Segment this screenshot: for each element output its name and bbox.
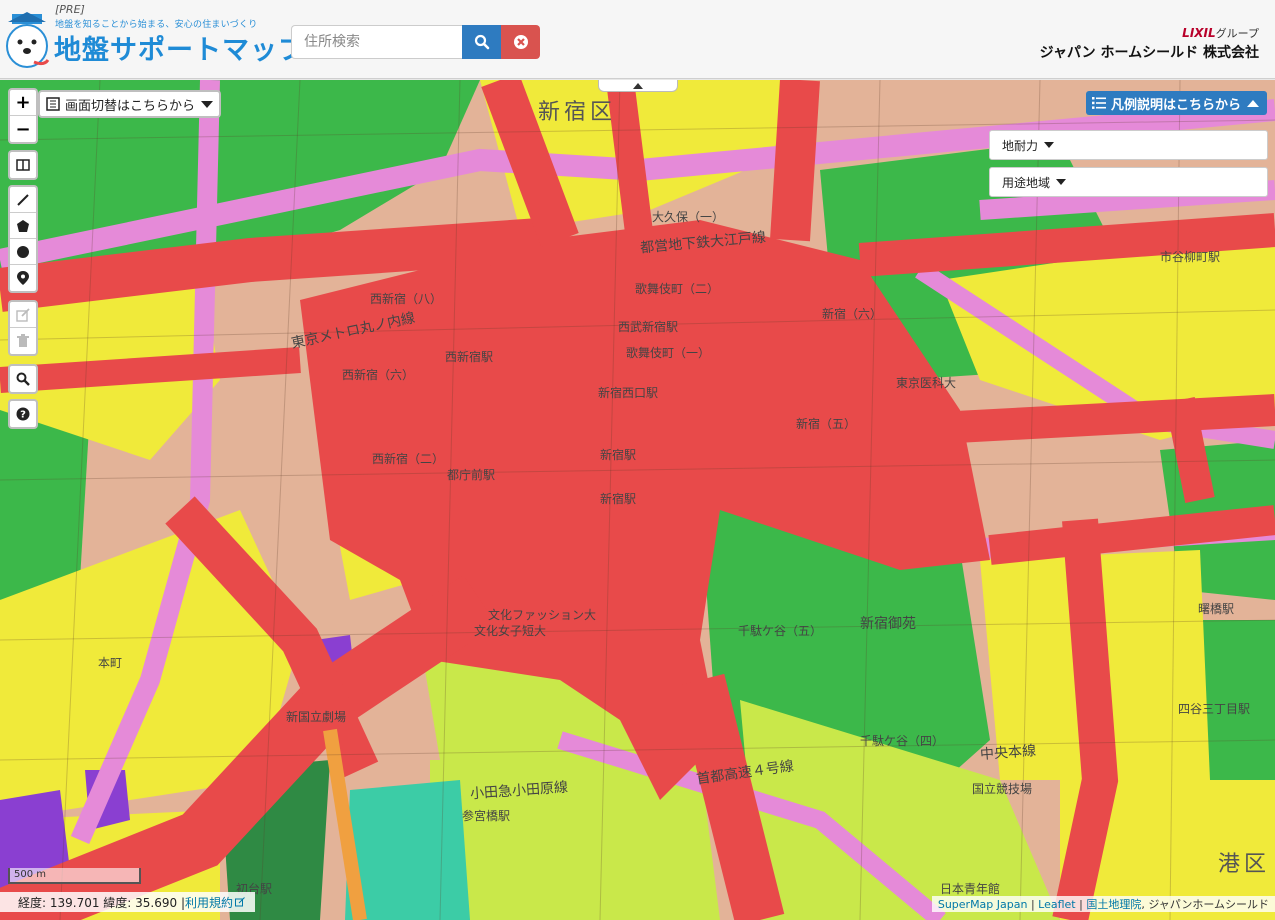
chevron-up-icon	[1247, 99, 1259, 107]
map-pin-icon	[17, 271, 29, 285]
list-icon	[1091, 97, 1106, 109]
chevron-down-icon	[1056, 179, 1067, 185]
help-button[interactable]: ?	[10, 401, 36, 427]
question-circle-icon: ?	[16, 407, 30, 421]
lixil-group-logo: LIXILグループ	[1182, 26, 1259, 40]
polygon-icon	[17, 219, 29, 232]
dropdown-label: 地耐力	[1002, 138, 1039, 153]
trash-icon	[17, 334, 29, 347]
svg-text:?: ?	[20, 410, 26, 421]
edit-icon	[16, 307, 30, 322]
search-icon	[474, 34, 489, 50]
jhs-attribution: ジャパンホームシールド	[1148, 898, 1269, 911]
view-switch-dropdown[interactable]: 画面切替はこちらから	[38, 90, 222, 118]
edit-toolbar	[8, 300, 38, 356]
zoom-out-button[interactable]: −	[10, 116, 36, 142]
terms-link[interactable]: 利用規約	[185, 894, 233, 911]
mascot-logo	[6, 12, 50, 68]
close-circle-icon	[513, 35, 528, 49]
bearing-capacity-dropdown[interactable]: 地耐力	[989, 130, 1268, 160]
zoning-dropdown[interactable]: 用途地域	[989, 167, 1268, 197]
app-header: [PRE] 地盤を知ることから始まる、安心の住まいづくり 地盤サポートマップ L…	[0, 0, 1275, 79]
polyline-icon	[17, 193, 29, 206]
header-toggle-tab[interactable]	[598, 80, 678, 92]
address-search-input[interactable]	[291, 25, 462, 59]
chevron-up-icon	[633, 82, 643, 89]
split-view-icon	[16, 159, 30, 171]
external-link-icon	[235, 897, 245, 907]
draw-toolbar	[8, 185, 38, 293]
search-icon	[16, 372, 30, 386]
clear-search-button[interactable]	[501, 25, 540, 59]
gsi-link[interactable]: 国土地理院	[1086, 896, 1141, 912]
leaflet-link[interactable]: Leaflet	[1038, 898, 1075, 911]
map-search-control	[8, 364, 38, 394]
map-canvas[interactable]: 新宿区 港区 西新宿（八） 東京メトロ丸ノ内線 西新宿駅 西新宿（六） 西新宿（…	[0, 80, 1275, 920]
coordinate-readout: 経度: 139.701 緯度: 35.690 | 利用規約	[0, 892, 256, 912]
chevron-down-icon	[1044, 142, 1055, 148]
draw-circle-button[interactable]	[10, 239, 36, 265]
help-control: ?	[8, 399, 38, 429]
legend-button[interactable]: 凡例説明はこちらから	[1085, 91, 1267, 115]
zoom-control: + −	[8, 88, 38, 144]
map-search-button[interactable]	[10, 366, 36, 392]
layout-icon	[46, 97, 60, 111]
split-view-button[interactable]	[10, 152, 36, 178]
legend-button-label: 凡例説明はこちらから	[1110, 97, 1241, 113]
split-view-control	[8, 150, 38, 180]
circle-icon	[17, 245, 29, 258]
environment-tag: [PRE]	[55, 3, 85, 16]
map-attribution: SuperMap Japan | Leaflet | 国土地理院, ジャパンホー…	[931, 896, 1275, 912]
edit-layers-button[interactable]	[10, 302, 36, 328]
dropdown-label: 用途地域	[1002, 175, 1051, 190]
chevron-down-icon	[201, 100, 214, 108]
zoom-in-button[interactable]: +	[10, 90, 36, 116]
zoning-map-layer	[0, 80, 1275, 920]
coordinate-text: 経度: 139.701 緯度: 35.690 |	[18, 895, 185, 910]
company-name: ジャパン ホームシールド 株式会社	[1039, 45, 1259, 61]
app-title: 地盤サポートマップ	[54, 35, 306, 66]
draw-line-button[interactable]	[10, 187, 36, 213]
delete-layers-button[interactable]	[10, 328, 36, 354]
supermap-link[interactable]: SuperMap Japan	[938, 898, 1028, 911]
draw-marker-button[interactable]	[10, 265, 36, 291]
draw-polygon-button[interactable]	[10, 213, 36, 239]
view-switch-label: 画面切替はこちらから	[65, 98, 196, 114]
scale-bar: 500 m	[8, 868, 141, 884]
search-button[interactable]	[462, 25, 501, 59]
